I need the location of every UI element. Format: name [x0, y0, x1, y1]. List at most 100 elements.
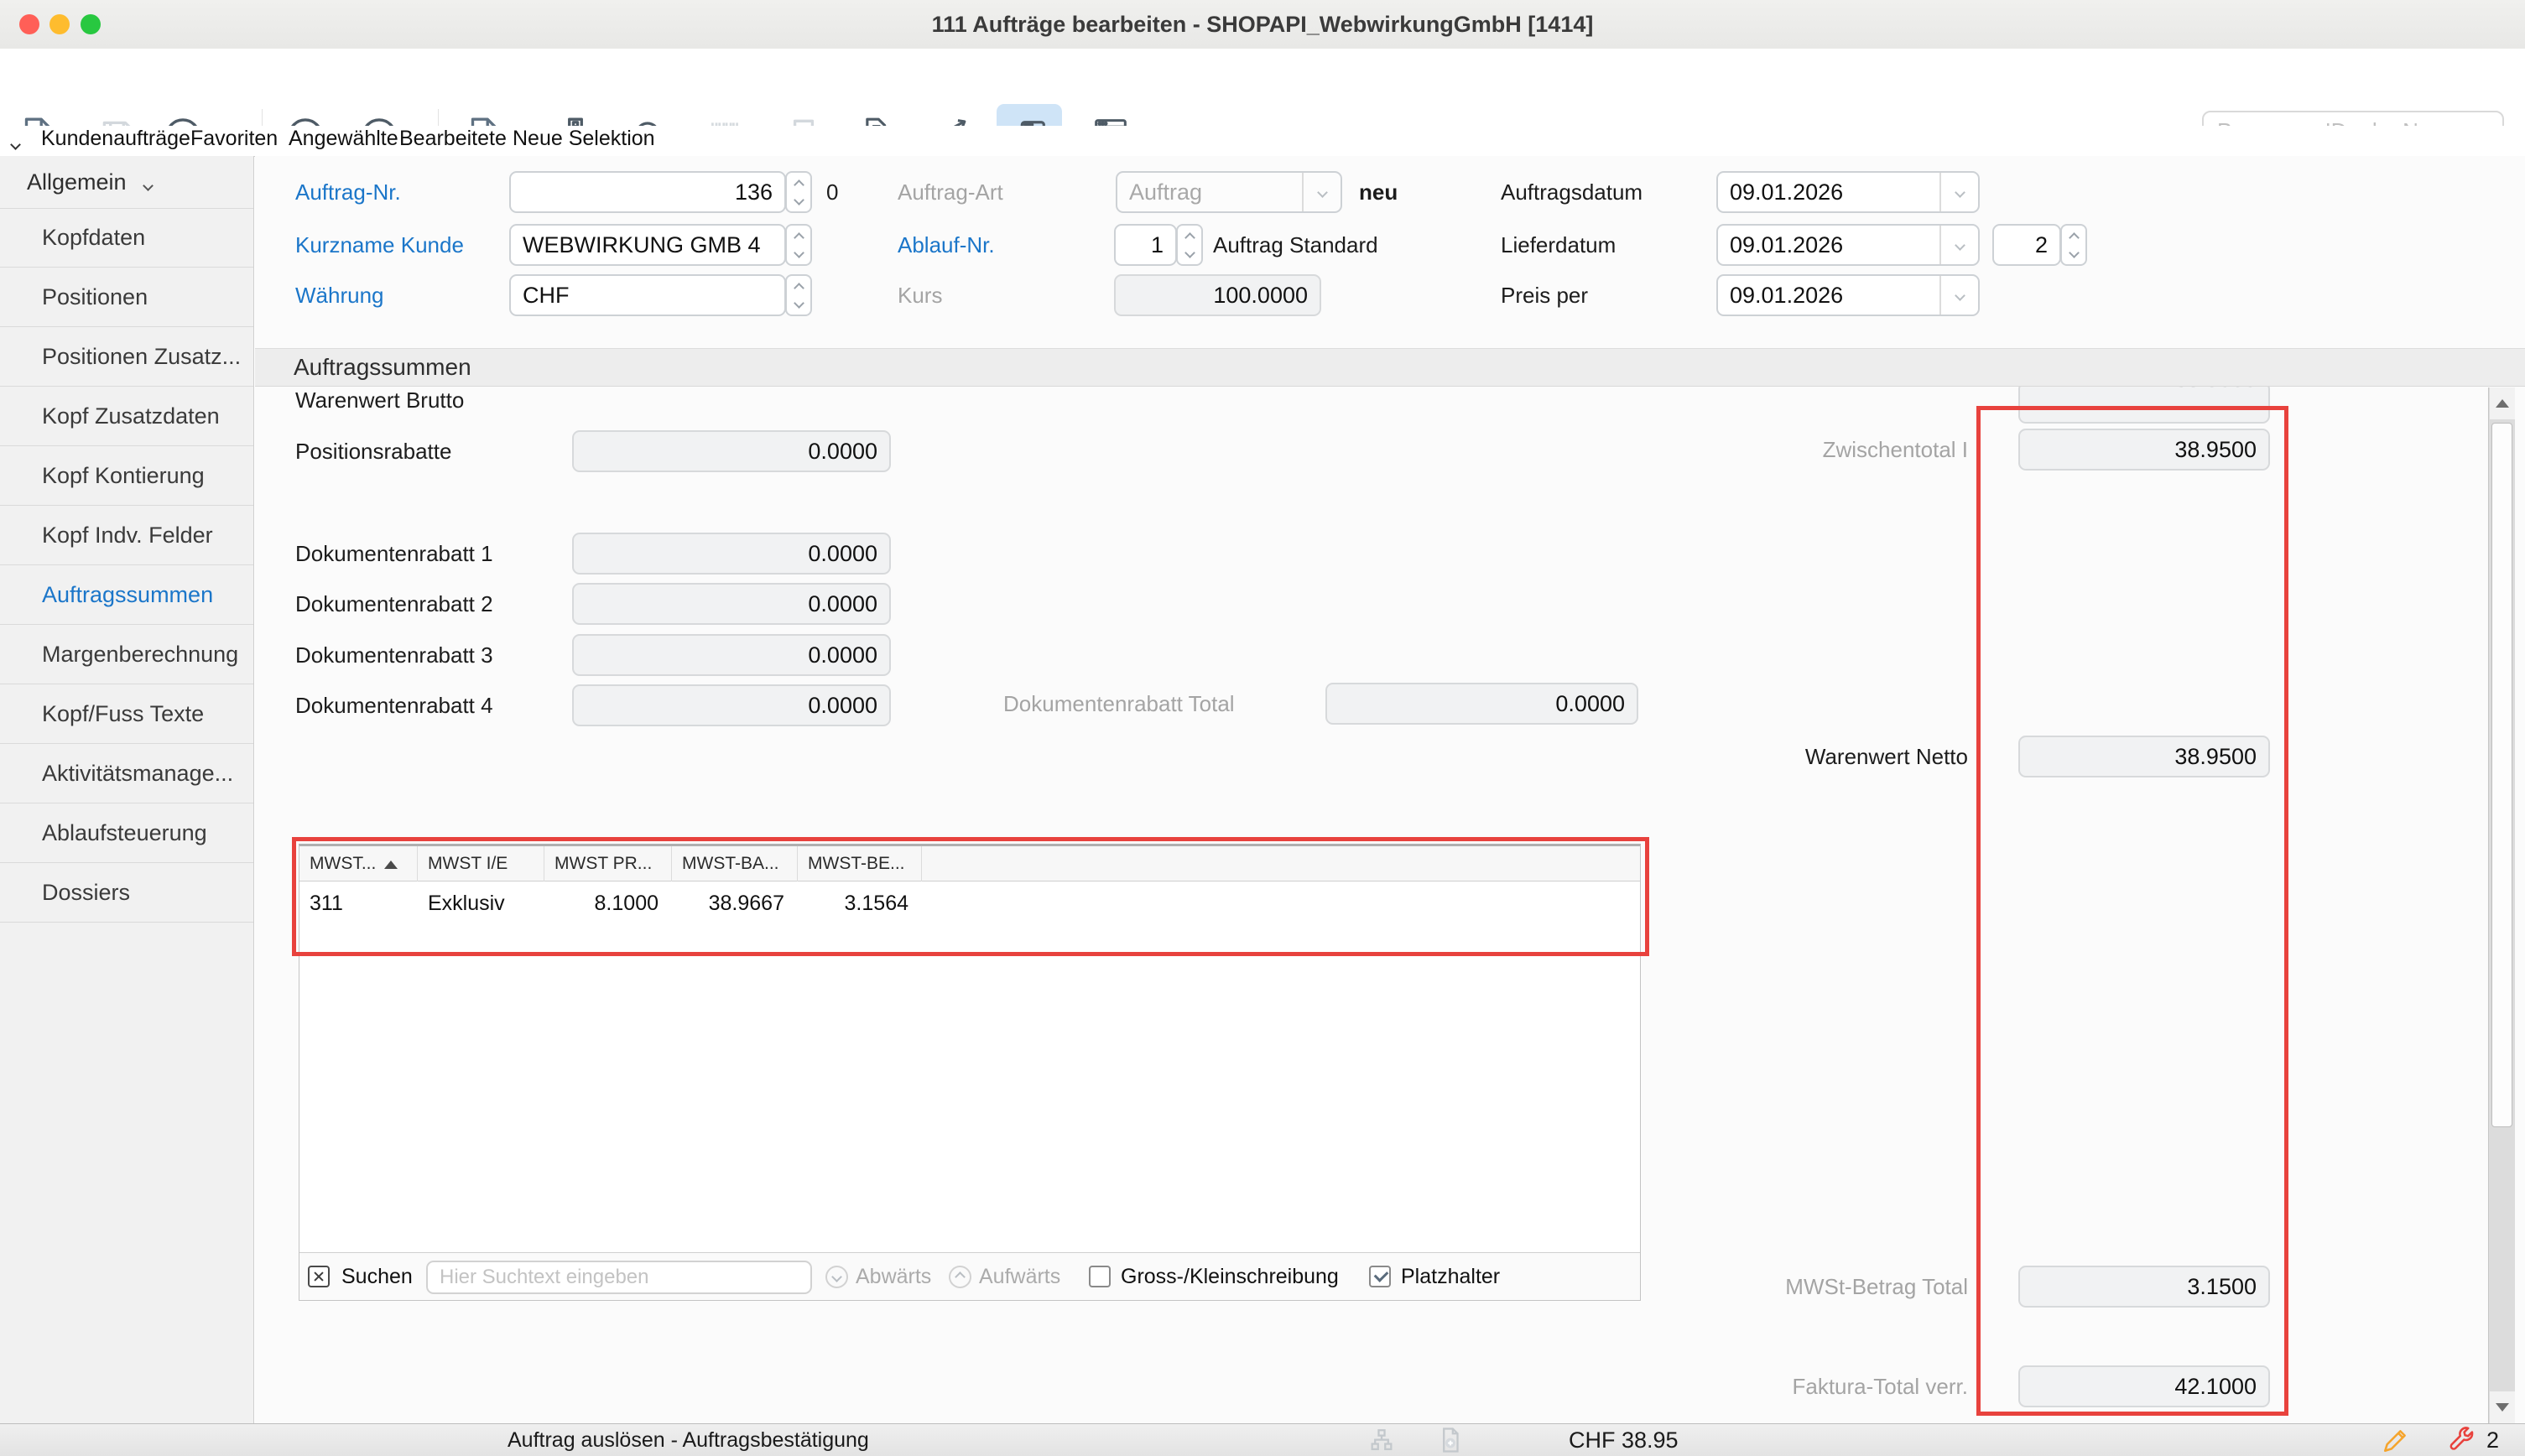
- status-message: Auftrag auslösen - Auftragsbestätigung: [508, 1424, 869, 1456]
- app-window: 111 Aufträge bearbeiten - SHOPAPI_Webwir…: [0, 0, 2525, 1456]
- status-bar: Auftrag auslösen - Auftragsbestätigung C…: [0, 1423, 2525, 1456]
- faktura-total-field: 42.1000: [2018, 1365, 2270, 1407]
- chevron-down-icon[interactable]: [1939, 276, 1978, 315]
- chevron-down-icon: [1302, 173, 1341, 211]
- dokumentenrabatt-total-label: Dokumentenrabatt Total: [1003, 683, 1235, 725]
- auftrag-nr-stepper[interactable]: [785, 171, 812, 213]
- suchen-checkbox[interactable]: [308, 1266, 330, 1287]
- sidebar-item-ablaufsteuerung[interactable]: Ablaufsteuerung: [0, 803, 253, 863]
- sidebar-item-auftragssummen[interactable]: Auftragssummen: [0, 565, 253, 625]
- auftrag-art-select: Auftrag: [1116, 171, 1342, 213]
- cell-mwst-ie: Exklusiv: [418, 881, 544, 925]
- scroll-down-button[interactable]: [2490, 1391, 2515, 1423]
- gross-kleinschreibung-label[interactable]: Gross-/Kleinschreibung: [1121, 1253, 1339, 1301]
- tab-bearbeitete[interactable]: Bearbeitete: [399, 126, 507, 154]
- tab-kundenauftraege[interactable]: Kundenaufträge: [41, 126, 190, 154]
- lieferdatum-count-field[interactable]: 2: [1992, 224, 2061, 266]
- waehrung-field[interactable]: CHF: [509, 274, 786, 316]
- status-amount: CHF 38.95: [1569, 1424, 1679, 1456]
- auftrag-nr-field[interactable]: 136: [509, 171, 786, 213]
- column-header-filler: [922, 846, 1640, 881]
- positionsrabatte-field: 0.0000: [572, 430, 891, 472]
- warenwert-netto-field: 38.9500: [2018, 736, 2270, 777]
- dokumentenrabatt-2-label: Dokumentenrabatt 2: [295, 583, 493, 625]
- table-search-input[interactable]: [426, 1261, 812, 1294]
- column-header-mwst-ba[interactable]: MWST-BA...: [672, 846, 798, 881]
- auftrag-nr-label[interactable]: Auftrag-Nr.: [295, 171, 401, 213]
- org-chart-icon: [1367, 1427, 1396, 1456]
- sidebar-item-dossiers[interactable]: Dossiers: [0, 863, 253, 923]
- triangle-up-icon: [2496, 399, 2509, 408]
- sidebar-group-label: Allgemein: [0, 169, 127, 195]
- sidebar-item-kopfdaten[interactable]: Kopfdaten: [0, 208, 253, 268]
- preis-per-field[interactable]: 09.01.2026: [1716, 274, 1980, 316]
- lieferdatum-label: Lieferdatum: [1501, 224, 1616, 266]
- column-header-mwst-ie[interactable]: MWST I/E: [418, 846, 544, 881]
- kurs-label: Kurs: [898, 274, 942, 316]
- gross-kleinschreibung-checkbox[interactable]: [1089, 1266, 1111, 1287]
- section-header: Auftragssummen: [255, 348, 2525, 387]
- zwischentotal-1-label: Zwischentotal I: [1632, 429, 1968, 471]
- document-add-icon: [1436, 1426, 1465, 1456]
- positionsrabatte-label: Positionsrabatte: [295, 430, 451, 472]
- dokumentenrabatt-3-field: 0.0000: [572, 634, 891, 676]
- waehrung-label[interactable]: Währung: [295, 274, 384, 316]
- column-header-mwst-be[interactable]: MWST-BE...: [798, 846, 922, 881]
- table-row[interactable]: 311 Exklusiv 8.1000 38.9667 3.1564: [299, 881, 1640, 925]
- sidebar-item-aktivitaetsmanagement[interactable]: Aktivitätsmanage...: [0, 744, 253, 803]
- vertical-scrollbar[interactable]: [2488, 387, 2515, 1423]
- dokumentenrabatt-4-label: Dokumentenrabatt 4: [295, 684, 493, 726]
- sidebar-item-kopf-indv-felder[interactable]: Kopf Indv. Felder: [0, 506, 253, 565]
- kurzname-kunde-field[interactable]: WEBWIRKUNG GMB 4: [509, 224, 786, 266]
- column-header-mwst[interactable]: MWST...: [299, 846, 418, 881]
- window-title: 111 Aufträge bearbeiten - SHOPAPI_Webwir…: [0, 0, 2525, 49]
- tab-neue-selektion[interactable]: Neue Selektion: [513, 126, 655, 154]
- chevron-down-icon[interactable]: [1939, 226, 1978, 264]
- ablauf-nr-suffix: Auftrag Standard: [1213, 224, 1378, 266]
- cell-mwst-pr: 8.1000: [544, 881, 672, 925]
- sidebar-item-kopf-fuss-texte[interactable]: Kopf/Fuss Texte: [0, 684, 253, 744]
- ablauf-nr-label[interactable]: Ablauf-Nr.: [898, 224, 995, 266]
- tab-favoriten[interactable]: Favoriten: [190, 126, 278, 154]
- dokumentenrabatt-1-label: Dokumentenrabatt 1: [295, 533, 493, 575]
- mwst-table-header: MWST... MWST I/E MWST PR... MWST-BA... M…: [299, 846, 1640, 881]
- kurzname-kunde-label[interactable]: Kurzname Kunde: [295, 224, 464, 266]
- abwaerts-button: [825, 1266, 848, 1288]
- triangle-down-icon: [2496, 1403, 2509, 1412]
- auftrag-art-label: Auftrag-Art: [898, 171, 1003, 213]
- platzhalter-label[interactable]: Platzhalter: [1401, 1253, 1500, 1301]
- auftrag-nr-suffix: 0: [826, 171, 838, 213]
- platzhalter-checkbox[interactable]: [1369, 1266, 1391, 1287]
- kurzname-kunde-stepper[interactable]: [785, 224, 812, 266]
- cell-mwst-ba: 38.9667: [672, 881, 798, 925]
- toolbar: [0, 49, 2525, 126]
- waehrung-stepper[interactable]: [785, 274, 812, 316]
- lieferdatum-count-stepper[interactable]: [2060, 224, 2087, 266]
- ablauf-nr-stepper[interactable]: [1176, 224, 1203, 266]
- scrollbar-thumb[interactable]: [2491, 423, 2512, 1127]
- sidebar-item-margenberechnung[interactable]: Margenberechnung: [0, 625, 253, 684]
- kurs-field: 100.0000: [1114, 274, 1321, 316]
- scroll-up-button[interactable]: [2490, 387, 2515, 419]
- table-search-bar: Suchen Abwärts Aufwärts Gross-/Kleinschr…: [299, 1252, 1640, 1300]
- warenwert-brutto-label: Warenwert Brutto: [295, 387, 464, 421]
- chevron-down-icon[interactable]: [1939, 173, 1978, 211]
- sidebar-item-kopf-kontierung[interactable]: Kopf Kontierung: [0, 446, 253, 506]
- suchen-label: Suchen: [341, 1253, 413, 1301]
- sidebar-group-allgemein[interactable]: Allgemein: [0, 156, 253, 209]
- check-mark-icon: [1374, 1267, 1389, 1282]
- pencil-icon[interactable]: [2381, 1425, 2411, 1456]
- sidebar-item-positionen-zusatz[interactable]: Positionen Zusatz...: [0, 327, 253, 387]
- wrench-icon[interactable]: [2446, 1425, 2476, 1456]
- dokumentenrabatt-2-field: 0.0000: [572, 583, 891, 625]
- tabs-collapse-chevron-icon[interactable]: [12, 129, 19, 158]
- status-counter: 2: [2486, 1424, 2499, 1456]
- sidebar-item-positionen[interactable]: Positionen: [0, 268, 253, 327]
- auftragsdatum-field[interactable]: 09.01.2026: [1716, 171, 1980, 213]
- ablauf-nr-field[interactable]: 1: [1114, 224, 1177, 266]
- main-content: Auftrag-Nr. 136 0 Auftrag-Art Auftrag ne…: [255, 156, 2525, 1423]
- lieferdatum-field[interactable]: 09.01.2026: [1716, 224, 1980, 266]
- column-header-mwst-pr[interactable]: MWST PR...: [544, 846, 672, 881]
- tab-angewaehlte[interactable]: Angewählte: [289, 126, 398, 154]
- sidebar-item-kopf-zusatzdaten[interactable]: Kopf Zusatzdaten: [0, 387, 253, 446]
